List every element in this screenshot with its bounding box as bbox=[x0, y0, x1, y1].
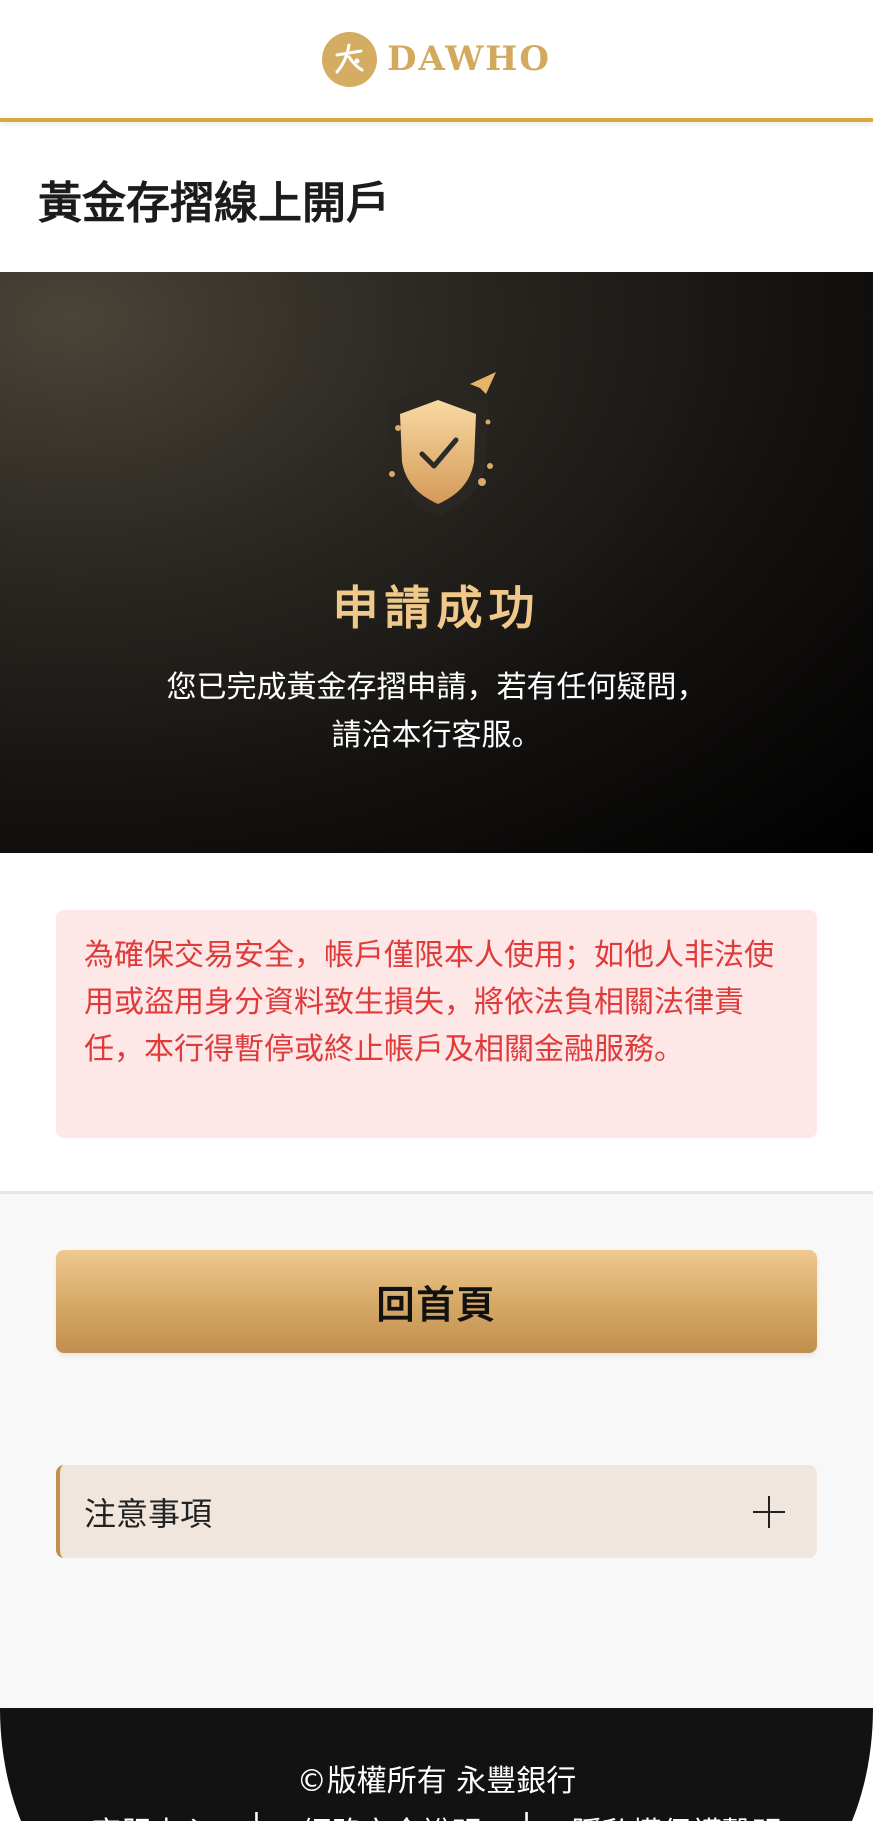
dawho-logo-mark-icon bbox=[321, 31, 377, 87]
copyright-text: ©版權所有 永豐銀行 bbox=[296, 1764, 577, 1799]
footer-link-service[interactable]: 客服中心 bbox=[91, 1808, 211, 1821]
site-footer: ©版權所有 永豐銀行 客服中心 | 網路安全說明 | 隱私權保護聲明 bbox=[0, 1708, 873, 1821]
app-header: DAWHO bbox=[0, 0, 873, 122]
actions-section: 回首頁 注意事項 bbox=[0, 1194, 873, 1708]
security-warning: 為確保交易安全，帳戶僅限本人使用；如他人非法使用或盜用身分資料致生損失，將依法負… bbox=[56, 910, 817, 1138]
page-title-bar: 黃金存摺線上開戶 bbox=[0, 126, 873, 272]
footer-separator: | bbox=[522, 1808, 532, 1821]
footer-link-privacy[interactable]: 隱私權保護聲明 bbox=[572, 1808, 782, 1821]
success-message-line-2: 請洽本行客服。 bbox=[331, 718, 542, 753]
shield-check-icon bbox=[360, 370, 520, 530]
notes-accordion[interactable]: 注意事項 bbox=[56, 1465, 817, 1558]
warning-section: 為確保交易安全，帳戶僅限本人使用；如他人非法使用或盜用身分資料致生損失，將依法負… bbox=[0, 853, 873, 1193]
footer-links: 客服中心 | 網路安全說明 | 隱私權保護聲明 bbox=[0, 1808, 873, 1821]
page-title: 黃金存摺線上開戶 bbox=[38, 178, 390, 229]
success-message: 您已完成黃金存摺申請，若有任何疑問， 請洽本行客服。 bbox=[0, 664, 873, 760]
plus-icon[interactable] bbox=[749, 1492, 789, 1532]
dawho-logo[interactable]: DAWHO bbox=[321, 31, 552, 87]
success-hero: 申請成功 您已完成黃金存摺申請，若有任何疑問， 請洽本行客服。 bbox=[0, 272, 873, 853]
back-home-button[interactable]: 回首頁 bbox=[56, 1250, 817, 1353]
notes-accordion-label: 注意事項 bbox=[84, 1494, 213, 1533]
footer-separator: | bbox=[251, 1808, 261, 1821]
success-message-line-1: 您已完成黃金存摺申請，若有任何疑問， bbox=[166, 670, 707, 705]
success-title: 申請成功 bbox=[332, 581, 541, 635]
footer-link-security[interactable]: 網路安全說明 bbox=[302, 1808, 482, 1821]
logo-text: DAWHO bbox=[386, 39, 552, 79]
